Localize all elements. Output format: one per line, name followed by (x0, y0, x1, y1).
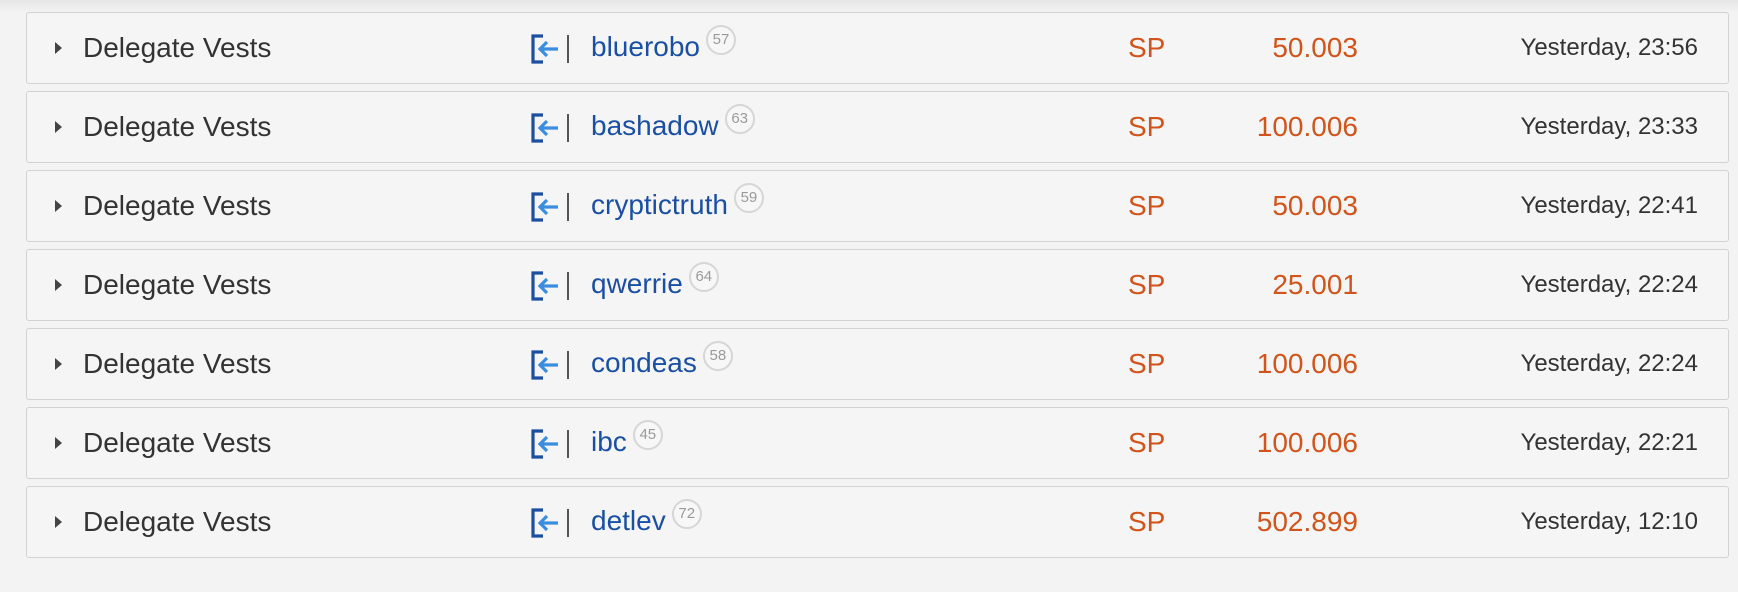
account-cell: bashadow 63 (591, 104, 755, 143)
expand-caret-icon[interactable] (55, 516, 62, 528)
operation-row[interactable]: Delegate Vests bashadow 63 SP 100.006 Ye… (26, 91, 1729, 163)
operation-type-label: Delegate Vests (83, 32, 272, 63)
currency-label: SP (1128, 111, 1166, 142)
amount-value: 50.003 (1272, 190, 1358, 221)
account-link[interactable]: bashadow (591, 109, 719, 143)
timestamp: Yesterday, 22:24 (1520, 350, 1698, 377)
account-link[interactable]: bluerobo (591, 30, 700, 64)
account-cell: detlev 72 (591, 499, 702, 538)
operation-row[interactable]: Delegate Vests detlev 72 SP 502.899 Yest… (26, 486, 1729, 558)
reputation-badge: 72 (671, 499, 702, 529)
account-link[interactable]: qwerrie (591, 267, 683, 301)
incoming-delegation-icon (531, 271, 569, 301)
amount-value: 100.006 (1256, 111, 1358, 142)
incoming-delegation-icon (531, 350, 569, 380)
incoming-delegation-icon (531, 192, 569, 222)
amount-value: 100.006 (1256, 348, 1358, 379)
operation-row[interactable]: Delegate Vests cryptictruth 59 SP 50.003… (26, 170, 1729, 242)
currency-label: SP (1128, 269, 1166, 300)
currency-label: SP (1128, 427, 1166, 458)
operation-type-label: Delegate Vests (83, 506, 272, 537)
currency-label: SP (1128, 190, 1166, 221)
account-cell: cryptictruth 59 (591, 183, 764, 222)
operations-list: Delegate Vests bluerobo 57 SP 50.003 Yes… (26, 12, 1729, 565)
incoming-delegation-icon (531, 34, 569, 64)
incoming-delegation-icon (531, 113, 569, 143)
timestamp: Yesterday, 22:21 (1520, 429, 1698, 456)
expand-caret-icon[interactable] (55, 279, 62, 291)
operation-row[interactable]: Delegate Vests ibc 45 SP 100.006 Yesterd… (26, 407, 1729, 479)
expand-caret-icon[interactable] (55, 42, 62, 54)
amount-value: 100.006 (1256, 427, 1358, 458)
account-cell: ibc 45 (591, 420, 663, 459)
amount-value: 50.003 (1272, 32, 1358, 63)
operation-type-label: Delegate Vests (83, 269, 272, 300)
account-link[interactable]: cryptictruth (591, 188, 728, 222)
operation-row[interactable]: Delegate Vests condeas 58 SP 100.006 Yes… (26, 328, 1729, 400)
operation-type-label: Delegate Vests (83, 111, 272, 142)
currency-label: SP (1128, 32, 1166, 63)
operation-row[interactable]: Delegate Vests bluerobo 57 SP 50.003 Yes… (26, 12, 1729, 84)
reputation-badge: 45 (632, 420, 663, 450)
timestamp: Yesterday, 12:10 (1520, 508, 1698, 535)
reputation-badge: 58 (702, 341, 733, 371)
reputation-badge: 57 (705, 25, 736, 55)
expand-caret-icon[interactable] (55, 121, 62, 133)
account-cell: qwerrie 64 (591, 262, 719, 301)
account-cell: bluerobo 57 (591, 25, 736, 64)
incoming-delegation-icon (531, 429, 569, 459)
currency-label: SP (1128, 506, 1166, 537)
account-link[interactable]: ibc (591, 425, 627, 459)
top-edge-shadow (0, 0, 1738, 12)
expand-caret-icon[interactable] (55, 437, 62, 449)
timestamp: Yesterday, 22:24 (1520, 271, 1698, 298)
reputation-badge: 64 (688, 262, 719, 292)
expand-caret-icon[interactable] (55, 200, 62, 212)
operation-type-label: Delegate Vests (83, 190, 272, 221)
operation-type-label: Delegate Vests (83, 427, 272, 458)
account-link[interactable]: detlev (591, 504, 666, 538)
amount-value: 25.001 (1272, 269, 1358, 300)
account-link[interactable]: condeas (591, 346, 697, 380)
expand-caret-icon[interactable] (55, 358, 62, 370)
operation-type-label: Delegate Vests (83, 348, 272, 379)
reputation-badge: 59 (733, 183, 764, 213)
reputation-badge: 63 (724, 104, 755, 134)
incoming-delegation-icon (531, 508, 569, 538)
timestamp: Yesterday, 23:56 (1520, 34, 1698, 61)
timestamp: Yesterday, 22:41 (1520, 192, 1698, 219)
operation-row[interactable]: Delegate Vests qwerrie 64 SP 25.001 Yest… (26, 249, 1729, 321)
currency-label: SP (1128, 348, 1166, 379)
amount-value: 502.899 (1256, 506, 1358, 537)
timestamp: Yesterday, 23:33 (1520, 113, 1698, 140)
account-cell: condeas 58 (591, 341, 733, 380)
